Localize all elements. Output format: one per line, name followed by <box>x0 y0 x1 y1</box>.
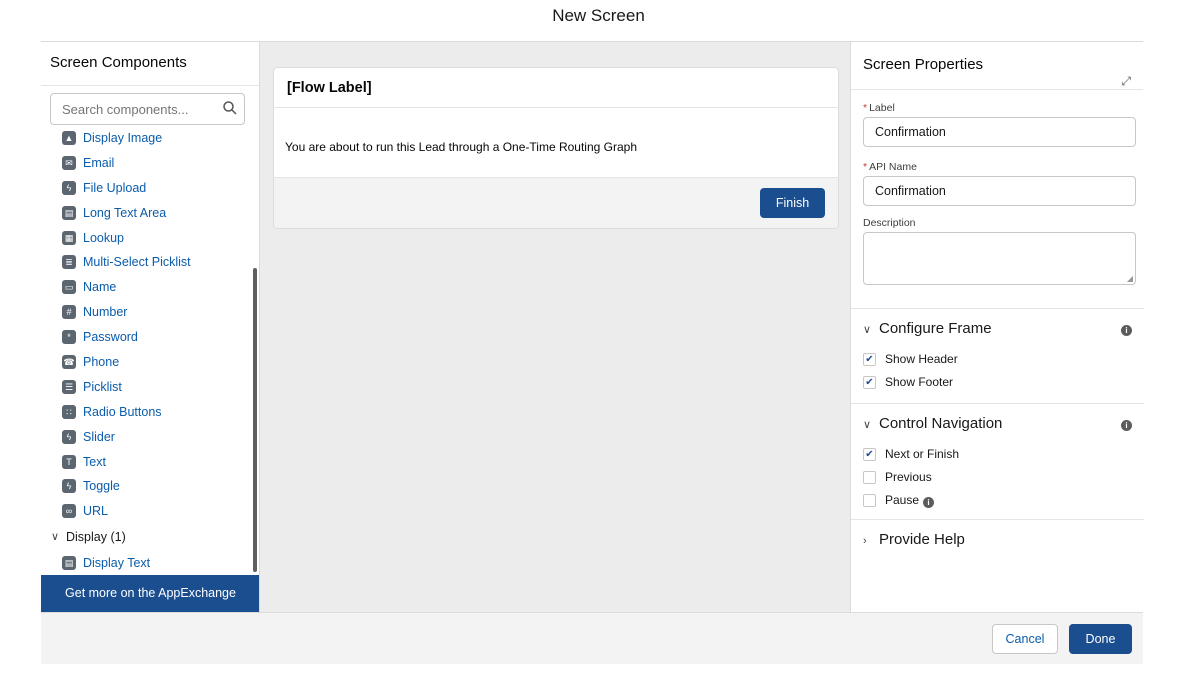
component-radio-buttons[interactable]: ∷ Radio Buttons <box>41 400 253 425</box>
checkbox-checked[interactable]: ✔ <box>863 376 876 389</box>
screen-preview-card[interactable]: [Flow Label] You are about to run this L… <box>273 67 839 229</box>
screen-canvas: [Flow Label] You are about to run this L… <box>260 42 850 612</box>
control-navigation-section: ∨ Control Navigation i ✔ Next or Finish Pr… <box>851 403 1144 519</box>
component-name[interactable]: ▭ Name <box>41 275 253 300</box>
modal-title: New Screen <box>552 6 645 25</box>
multi-picklist-icon: ≣ <box>62 255 76 270</box>
screen-properties-panel: Screen Properties ⤢ * Label Confirmation … <box>850 42 1144 612</box>
component-toggle[interactable]: ϟ Toggle <box>41 474 253 499</box>
checkbox-checked[interactable]: ✔ <box>863 448 876 461</box>
picklist-icon: ☰ <box>62 379 76 394</box>
configure-frame-toggle[interactable]: ∨ Configure Frame <box>863 320 992 337</box>
text-icon: T <box>62 454 76 469</box>
component-slider[interactable]: ϟ Slider <box>41 425 253 450</box>
chevron-right-icon: › <box>863 535 867 547</box>
radio-icon: ∷ <box>62 404 76 419</box>
label-input[interactable]: Confirmation <box>863 117 1136 147</box>
configure-frame-section: ∨ Configure Frame i ✔ Show Header ✔ Show Fo… <box>851 308 1144 403</box>
modal-footer: Cancel Done <box>41 612 1143 664</box>
link-icon: ∞ <box>62 504 76 519</box>
components-scrollbar[interactable] <box>253 268 257 572</box>
display-text-content: You are about to run this Lead through a… <box>285 140 638 154</box>
info-icon[interactable]: i <box>1121 325 1132 336</box>
component-file-upload[interactable]: ϟ File Upload <box>41 176 253 201</box>
description-textarea[interactable]: ◢ <box>863 232 1136 285</box>
password-icon: * <box>62 330 76 345</box>
bolt-icon: ϟ <box>62 180 76 195</box>
number-icon: # <box>62 305 76 320</box>
next-or-finish-checkbox[interactable]: ✔ Next or Finish <box>863 447 959 463</box>
show-header-checkbox[interactable]: ✔ Show Header <box>863 352 958 368</box>
bolt-icon: ϟ <box>62 429 76 444</box>
component-display-text[interactable]: ▤ Display Text <box>41 551 253 576</box>
chevron-down-icon: ∨ <box>863 324 872 336</box>
bolt-icon: ϟ <box>62 479 76 494</box>
screen-footer: Finish <box>274 177 838 228</box>
screen-editor-modal: Screen Components ▲Display Image ✉Email … <box>41 41 1144 664</box>
finish-button[interactable]: Finish <box>760 188 825 218</box>
screen-properties-header: Screen Properties ⤢ <box>851 42 1143 90</box>
expand-icon[interactable]: ⤢ <box>1121 58 1131 104</box>
api-name-input[interactable]: Confirmation <box>863 176 1136 206</box>
chevron-down-icon: ∨ <box>51 531 60 544</box>
show-footer-checkbox[interactable]: ✔ Show Footer <box>863 375 953 391</box>
api-name-field-label: * API Name <box>863 161 917 173</box>
control-navigation-toggle[interactable]: ∨ Control Navigation <box>863 415 1002 432</box>
cancel-button[interactable]: Cancel <box>992 624 1058 654</box>
checkbox-unchecked[interactable] <box>863 471 876 484</box>
components-list: ▲ Display Image ✉ Email ϟ File Upload ▤ Long… <box>41 126 253 576</box>
description-field-label: Description <box>863 217 916 229</box>
resize-grip-icon[interactable]: ◢ <box>1127 274 1133 283</box>
image-icon: ▲ <box>62 131 76 145</box>
section-display[interactable]: ∨ Display (1) <box>41 524 253 551</box>
textarea-icon: ▤ <box>62 205 76 220</box>
chevron-down-icon: ∨ <box>863 419 872 431</box>
display-text-icon: ▤ <box>62 556 76 571</box>
checkbox-unchecked[interactable] <box>863 494 876 507</box>
component-multi-select-picklist[interactable]: ≣ Multi-Select Picklist <box>41 250 253 275</box>
component-email[interactable]: ✉ Email <box>41 151 253 176</box>
screen-properties-title: Screen Properties <box>863 56 984 73</box>
component-url[interactable]: ∞ URL <box>41 499 253 524</box>
component-password[interactable]: * Password <box>41 325 253 350</box>
done-button[interactable]: Done <box>1069 624 1132 654</box>
name-icon: ▭ <box>62 280 76 295</box>
search-icon <box>223 101 237 115</box>
appexchange-link[interactable]: Get more on the AppExchange <box>41 575 259 612</box>
provide-help-toggle[interactable]: › Provide Help <box>863 531 965 548</box>
screen-components-panel: Screen Components ▲Display Image ✉Email … <box>41 42 260 612</box>
component-number[interactable]: # Number <box>41 300 253 325</box>
lookup-icon: ▦ <box>62 230 76 245</box>
component-display-image[interactable]: ▲ Display Image <box>41 126 253 151</box>
checkbox-checked[interactable]: ✔ <box>863 353 876 366</box>
component-picklist[interactable]: ☰ Picklist <box>41 375 253 400</box>
component-long-text-area[interactable]: ▤ Long Text Area <box>41 201 253 226</box>
component-lookup[interactable]: ▦ Lookup <box>41 226 253 251</box>
pause-checkbox[interactable]: Pause i <box>863 493 935 509</box>
info-icon[interactable]: i <box>1121 420 1132 431</box>
provide-help-section: › Provide Help <box>851 519 1144 559</box>
flow-label-header: [Flow Label] <box>274 68 838 108</box>
previous-checkbox[interactable]: Previous <box>863 470 932 486</box>
screen-components-title: Screen Components <box>41 42 259 86</box>
email-icon: ✉ <box>62 155 76 170</box>
phone-icon: ☎ <box>62 355 76 370</box>
label-field-label: * Label <box>863 102 895 114</box>
component-text[interactable]: T Text <box>41 450 253 475</box>
component-phone[interactable]: ☎ Phone <box>41 350 253 375</box>
search-components-input[interactable] <box>50 93 245 125</box>
info-icon[interactable]: i <box>923 497 935 508</box>
